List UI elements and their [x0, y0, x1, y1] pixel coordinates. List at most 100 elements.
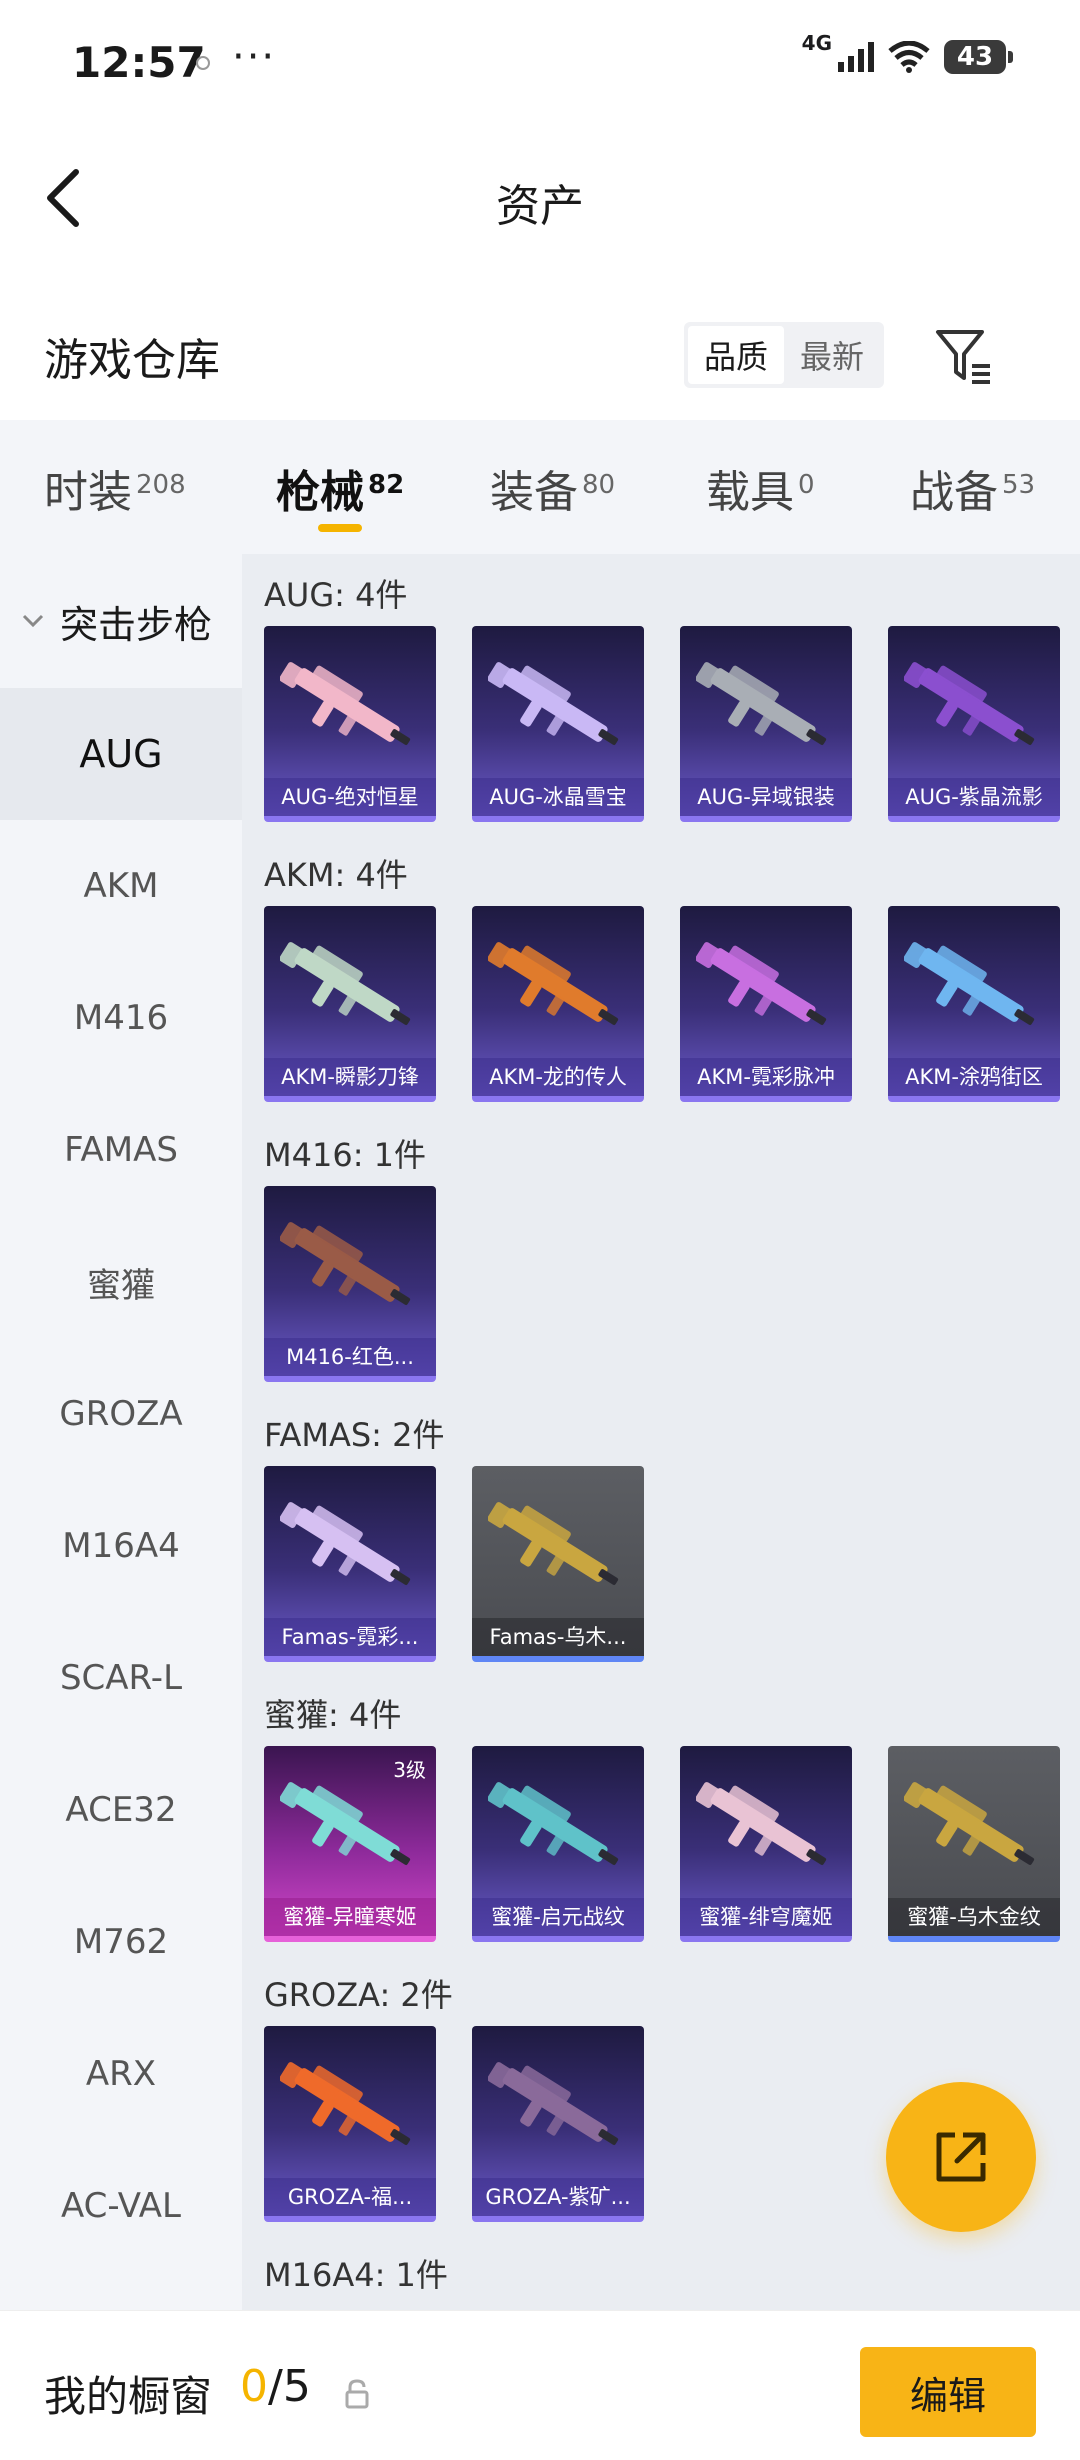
weapon-card[interactable]: 蜜獾-绯穹魔姬 — [680, 1746, 852, 1942]
weapon-skin-name: 蜜獾-异瞳寒姬 — [264, 1898, 436, 1936]
more-notifications-icon: ··· — [232, 34, 277, 80]
sidebar-item-m762[interactable]: M762 — [0, 1876, 242, 2008]
status-indicators: 4G 43 — [802, 31, 1013, 74]
weapon-card[interactable]: GROZA-紫矿... — [472, 2026, 644, 2222]
header: 资产 — [0, 130, 1080, 265]
weapon-card[interactable]: AUG-绝对恒星 — [264, 626, 436, 822]
weapon-skin-name: AUG-绝对恒星 — [264, 778, 436, 816]
tab-count: 82 — [368, 470, 405, 500]
weapon-skin-image — [280, 1222, 411, 1305]
sidebar-category-assault-rifle[interactable]: 突击步枪 — [0, 554, 242, 688]
sidebar-item-famas[interactable]: FAMAS — [0, 1084, 242, 1216]
weapon-skin-name: AUG-冰晶雪宝 — [472, 778, 644, 816]
sidebar-item-arx[interactable]: ARX — [0, 2008, 242, 2140]
weapon-card[interactable]: AKM-瞬影刀锋 — [264, 906, 436, 1102]
sort-quality-button[interactable]: 品质 — [688, 326, 784, 384]
weapon-skin-image — [488, 2062, 619, 2145]
weapon-skin-name: AKM-霓彩脉冲 — [680, 1058, 852, 1096]
section-label: AUG: 4件 — [264, 576, 408, 614]
share-external-icon — [936, 2132, 986, 2182]
status-time: 12:57 — [72, 38, 206, 87]
active-tab-indicator — [318, 524, 362, 532]
weapon-skin-name: GROZA-紫矿... — [472, 2178, 644, 2216]
weapon-card[interactable]: 3级蜜獾-异瞳寒姬 — [264, 1746, 436, 1942]
weapon-skin-image — [280, 1782, 411, 1865]
weapon-card[interactable]: GROZA-福... — [264, 2026, 436, 2222]
skin-level-badge: 3级 — [393, 1758, 426, 1782]
tab-label: 装备 — [490, 467, 578, 518]
weapon-card[interactable]: AKM-龙的传人 — [472, 906, 644, 1102]
tab-count: 80 — [582, 470, 616, 500]
tab-count: 208 — [136, 470, 186, 500]
sort-newest-button[interactable]: 最新 — [784, 326, 880, 384]
warehouse-row: 游戏仓库 品质 最新 — [0, 300, 1080, 410]
weapon-skin-image — [696, 942, 827, 1025]
weapon-skin-name: AKM-涂鸦街区 — [888, 1058, 1060, 1096]
weapon-skin-image — [280, 2062, 411, 2145]
sidebar-item-ac-val[interactable]: AC-VAL — [0, 2140, 242, 2272]
tab-fashion[interactable]: 时装 208 — [44, 456, 186, 520]
weapon-skin-image — [280, 942, 411, 1025]
edit-button[interactable]: 编辑 — [860, 2347, 1036, 2437]
tab-vehicles[interactable]: 载具 0 — [706, 456, 815, 520]
page-title: 资产 — [496, 181, 584, 232]
sidebar-item-scar-l[interactable]: SCAR-L — [0, 1612, 242, 1744]
weapon-skin-image — [904, 942, 1035, 1025]
section-label: M16A4: 1件 — [264, 2256, 448, 2294]
weapon-skin-name: Famas-霓彩... — [264, 1618, 436, 1656]
tab-label: 载具 — [706, 467, 794, 518]
weapon-card[interactable]: AUG-冰晶雪宝 — [472, 626, 644, 822]
tab-equipment[interactable]: 装备 80 — [490, 456, 615, 520]
weapon-skin-name: 蜜獾-乌木金纹 — [888, 1898, 1060, 1936]
weapon-card[interactable]: AUG-异域银装 — [680, 626, 852, 822]
weapon-card[interactable]: M416-红色... — [264, 1186, 436, 1382]
section-label: GROZA: 2件 — [264, 1976, 453, 2014]
sidebar-item-aug[interactable]: AUG — [0, 688, 242, 820]
sidebar-item-m16a4[interactable]: M16A4 — [0, 1480, 242, 1612]
weapon-skin-image — [904, 1782, 1035, 1865]
filter-icon — [936, 330, 990, 384]
showcase-count-current: 0 — [240, 2361, 268, 2412]
tab-label: 战备 — [910, 467, 998, 518]
chevron-down-icon — [22, 614, 44, 628]
share-button[interactable] — [886, 2082, 1036, 2232]
sort-toggle: 品质 最新 — [684, 322, 884, 388]
notification-icon — [196, 56, 210, 70]
weapon-card[interactable]: AUG-紫晶流影 — [888, 626, 1060, 822]
sidebar-item-m416[interactable]: M416 — [0, 952, 242, 1084]
weapon-skin-name: 蜜獾-启元战纹 — [472, 1898, 644, 1936]
sidebar-item-akm[interactable]: AKM — [0, 820, 242, 952]
showcase-count-total: /5 — [268, 2361, 311, 2412]
weapon-card[interactable]: Famas-乌木... — [472, 1466, 644, 1662]
sidebar-item-groza[interactable]: GROZA — [0, 1348, 242, 1480]
weapon-skin-name: AKM-龙的传人 — [472, 1058, 644, 1096]
tab-label: 枪械 — [276, 467, 364, 518]
bottom-bar: 我的橱窗 0/5 编辑 — [0, 2310, 1080, 2460]
tab-label: 时装 — [44, 467, 132, 518]
weapon-card[interactable]: AKM-涂鸦街区 — [888, 906, 1060, 1102]
weapon-sidebar: 突击步枪 AUG AKM M416 FAMAS 蜜獾 GROZA M16A4 S… — [0, 554, 242, 2310]
weapon-skin-image — [696, 1782, 827, 1865]
weapon-skin-name: M416-红色... — [264, 1338, 436, 1376]
tab-count: 53 — [1002, 470, 1036, 500]
tab-supplies[interactable]: 战备 53 — [910, 456, 1035, 520]
warehouse-title: 游戏仓库 — [44, 335, 220, 386]
weapon-skin-image — [696, 662, 827, 745]
sidebar-item-ace32[interactable]: ACE32 — [0, 1744, 242, 1876]
weapon-card[interactable]: AKM-霓彩脉冲 — [680, 906, 852, 1102]
filter-button[interactable] — [932, 324, 996, 388]
sidebar-item-honey-badger[interactable]: 蜜獾 — [0, 1216, 242, 1348]
weapon-card[interactable]: Famas-霓彩... — [264, 1466, 436, 1662]
network-type: 4G — [801, 31, 832, 55]
tab-firearms[interactable]: 枪械 82 — [276, 456, 404, 520]
section-label: FAMAS: 2件 — [264, 1416, 445, 1454]
weapon-card[interactable]: 蜜獾-乌木金纹 — [888, 1746, 1060, 1942]
weapon-skin-name: AUG-紫晶流影 — [888, 778, 1060, 816]
section-label: AKM: 4件 — [264, 856, 408, 894]
wifi-icon — [888, 41, 930, 73]
weapon-skin-name: GROZA-福... — [264, 2178, 436, 2216]
weapon-card[interactable]: 蜜獾-启元战纹 — [472, 1746, 644, 1942]
sidebar-category-label: 突击步枪 — [60, 602, 213, 647]
weapon-skin-name: Famas-乌木... — [472, 1618, 644, 1656]
weapon-skin-image — [280, 662, 411, 745]
